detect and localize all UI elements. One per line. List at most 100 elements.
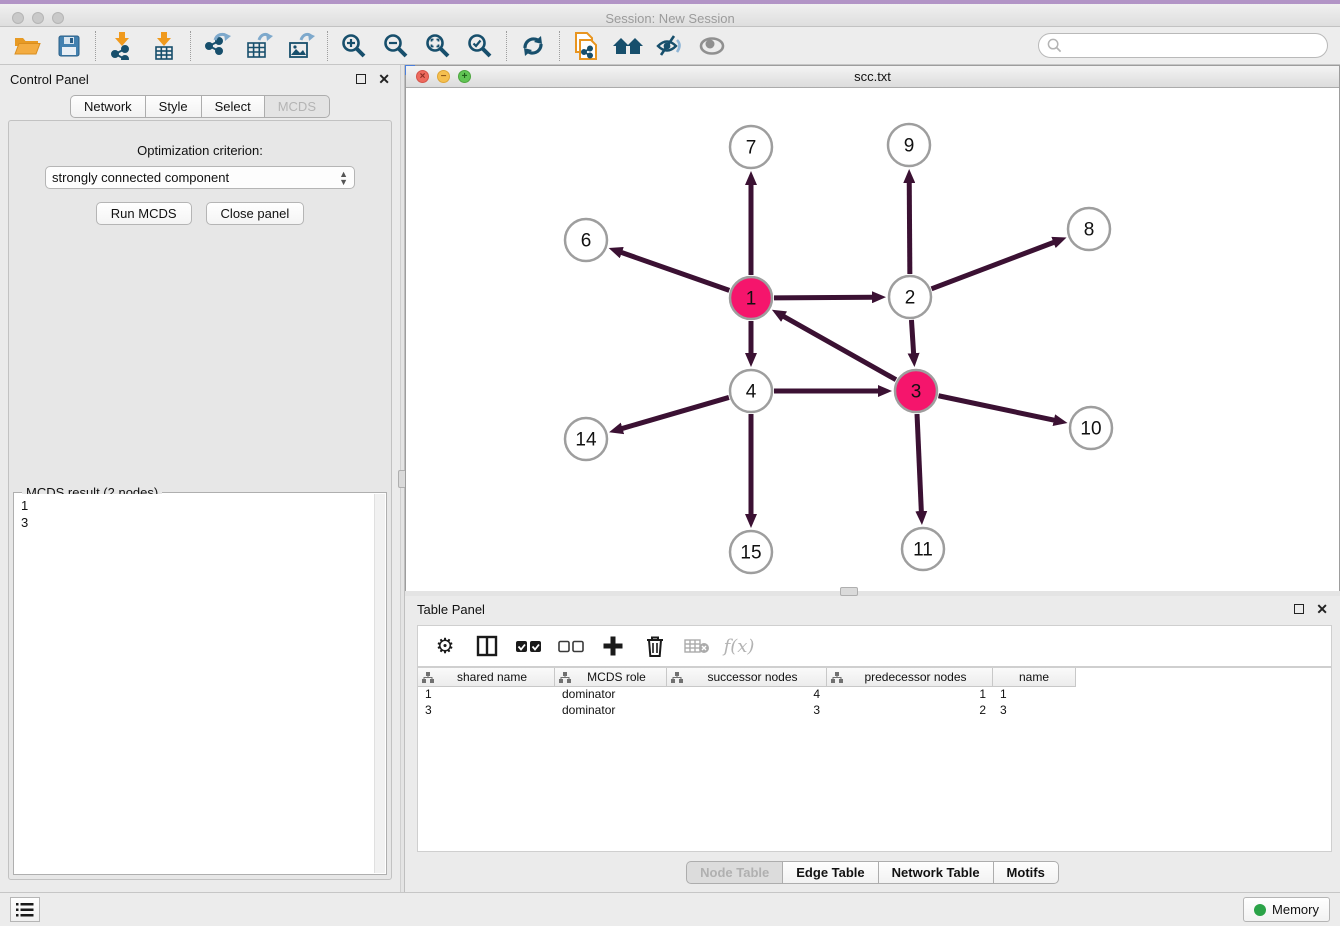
app-title: Session: New Session <box>0 11 1340 26</box>
close-panel-icon[interactable]: ✕ <box>378 74 390 84</box>
delete-table-icon <box>678 629 716 663</box>
toolbar-separator <box>95 31 96 61</box>
table-row[interactable]: 1dominator411 <box>418 687 1331 703</box>
edge-3-10[interactable] <box>939 396 1055 421</box>
run-mcds-button[interactable]: Run MCDS <box>96 202 192 225</box>
node-label-10: 10 <box>1080 419 1101 440</box>
cell-name[interactable]: 3 <box>993 703 1076 719</box>
mcds-result-box: MCDS result (2 nodes) 13 <box>13 492 387 875</box>
edge-2-3[interactable] <box>911 320 913 354</box>
table-options-gear-icon[interactable]: ⚙ <box>426 629 464 663</box>
column-header-successor-nodes[interactable]: successor nodes <box>667 668 827 687</box>
node-label-14: 14 <box>575 430 597 451</box>
optimization-criterion-label: Optimization criterion: <box>9 143 391 158</box>
control-panel-tabs: NetworkStyleSelectMCDS <box>0 95 400 118</box>
cell-successor-nodes[interactable]: 4 <box>667 687 827 703</box>
splitter-grip[interactable] <box>840 587 858 596</box>
tab-edge-table[interactable]: Edge Table <box>782 861 877 884</box>
edge-2-8[interactable] <box>932 242 1055 289</box>
save-session-icon[interactable] <box>48 29 90 63</box>
status-bar: Memory <box>0 892 1340 926</box>
cell-name[interactable]: 1 <box>993 687 1076 703</box>
column-header-predecessor-nodes[interactable]: predecessor nodes <box>827 668 993 687</box>
edge-1-2[interactable] <box>774 297 873 298</box>
cell-successor-nodes[interactable]: 3 <box>667 703 827 719</box>
import-network-icon[interactable] <box>101 29 143 63</box>
cell-shared-name[interactable]: 3 <box>418 703 555 719</box>
edge-1-6[interactable] <box>621 252 729 290</box>
export-network-icon[interactable] <box>196 29 238 63</box>
search-input[interactable] <box>1038 33 1328 58</box>
tab-motifs[interactable]: Motifs <box>993 861 1059 884</box>
open-folder-icon[interactable] <box>6 29 48 63</box>
toolbar-separator <box>327 31 328 61</box>
close-panel-button[interactable]: Close panel <box>206 202 305 225</box>
memory-button[interactable]: Memory <box>1243 897 1330 922</box>
home-layout-icon[interactable] <box>607 29 649 63</box>
table-panel-title: Table Panel <box>417 602 485 617</box>
column-tree-icon <box>671 672 683 683</box>
optimization-criterion-select[interactable]: strongly connected component ▲▼ <box>45 166 355 189</box>
mcds-result-scrollbar[interactable] <box>374 494 385 873</box>
table-header-row[interactable]: shared nameMCDS rolesuccessor nodesprede… <box>418 668 1331 687</box>
show-all-eye-icon[interactable] <box>691 29 733 63</box>
node-label-4: 4 <box>746 382 757 403</box>
node-label-9: 9 <box>904 136 915 157</box>
node-table[interactable]: shared nameMCDS rolesuccessor nodesprede… <box>417 667 1332 852</box>
clone-network-icon[interactable] <box>565 29 607 63</box>
cell-MCDS-role[interactable]: dominator <box>555 687 667 703</box>
network-window-titlebar[interactable]: × − + scc.txt <box>406 66 1339 88</box>
unselect-all-checkboxes-icon[interactable] <box>552 629 590 663</box>
edge-3-1[interactable] <box>783 316 896 380</box>
tab-select[interactable]: Select <box>201 95 264 118</box>
tab-mcds[interactable]: MCDS <box>264 95 330 118</box>
toolbar-separator <box>506 31 507 61</box>
table-toolbar: ⚙ f(x) <box>417 625 1332 667</box>
hide-selected-eye-icon[interactable] <box>649 29 691 63</box>
tab-network-table[interactable]: Network Table <box>878 861 993 884</box>
mcds-panel: Optimization criterion: strongly connect… <box>8 120 392 880</box>
export-image-icon[interactable] <box>280 29 322 63</box>
graph-edges <box>621 182 1055 515</box>
column-header-name[interactable]: name <box>993 668 1076 687</box>
import-table-icon[interactable] <box>143 29 185 63</box>
node-label-3: 3 <box>911 382 922 403</box>
float-panel-icon[interactable] <box>1294 604 1304 614</box>
cell-predecessor-nodes[interactable]: 2 <box>827 703 993 719</box>
function-builder-icon: f(x) <box>720 629 758 663</box>
memory-status-icon <box>1254 904 1266 916</box>
refresh-view-icon[interactable] <box>512 29 554 63</box>
network-canvas[interactable]: 7968124314101511 <box>406 89 1339 591</box>
cell-shared-name[interactable]: 1 <box>418 687 555 703</box>
cell-predecessor-nodes[interactable]: 1 <box>827 687 993 703</box>
edge-3-11[interactable] <box>917 414 921 512</box>
tab-network[interactable]: Network <box>70 95 145 118</box>
node-label-1: 1 <box>746 289 757 310</box>
column-header-shared-name[interactable]: shared name <box>418 668 555 687</box>
close-panel-icon[interactable]: ✕ <box>1316 604 1328 614</box>
cell-MCDS-role[interactable]: dominator <box>555 703 667 719</box>
edge-2-9[interactable] <box>909 182 910 274</box>
table-row[interactable]: 3dominator323 <box>418 703 1331 719</box>
edge-4-14[interactable] <box>622 397 729 428</box>
zoom-out-icon[interactable] <box>375 29 417 63</box>
tab-node-table[interactable]: Node Table <box>686 861 782 884</box>
main-toolbar <box>0 27 1340 65</box>
network-view-title: scc.txt <box>406 69 1339 84</box>
select-all-checkboxes-icon[interactable] <box>510 629 548 663</box>
show-column-icon[interactable] <box>468 629 506 663</box>
add-row-icon[interactable] <box>594 629 632 663</box>
node-label-7: 7 <box>746 138 757 159</box>
zoom-fit-icon[interactable] <box>417 29 459 63</box>
column-header-MCDS-role[interactable]: MCDS role <box>555 668 667 687</box>
node-label-15: 15 <box>740 543 761 564</box>
delete-row-trash-icon[interactable] <box>636 629 674 663</box>
export-table-icon[interactable] <box>238 29 280 63</box>
zoom-in-icon[interactable] <box>333 29 375 63</box>
task-history-button[interactable] <box>10 897 40 922</box>
float-panel-icon[interactable] <box>356 74 366 84</box>
zoom-selected-icon[interactable] <box>459 29 501 63</box>
network-view-window: × − + scc.txt 7968124314101511 <box>405 65 1340 591</box>
mcds-result-text[interactable]: 13 <box>15 494 374 873</box>
tab-style[interactable]: Style <box>145 95 201 118</box>
